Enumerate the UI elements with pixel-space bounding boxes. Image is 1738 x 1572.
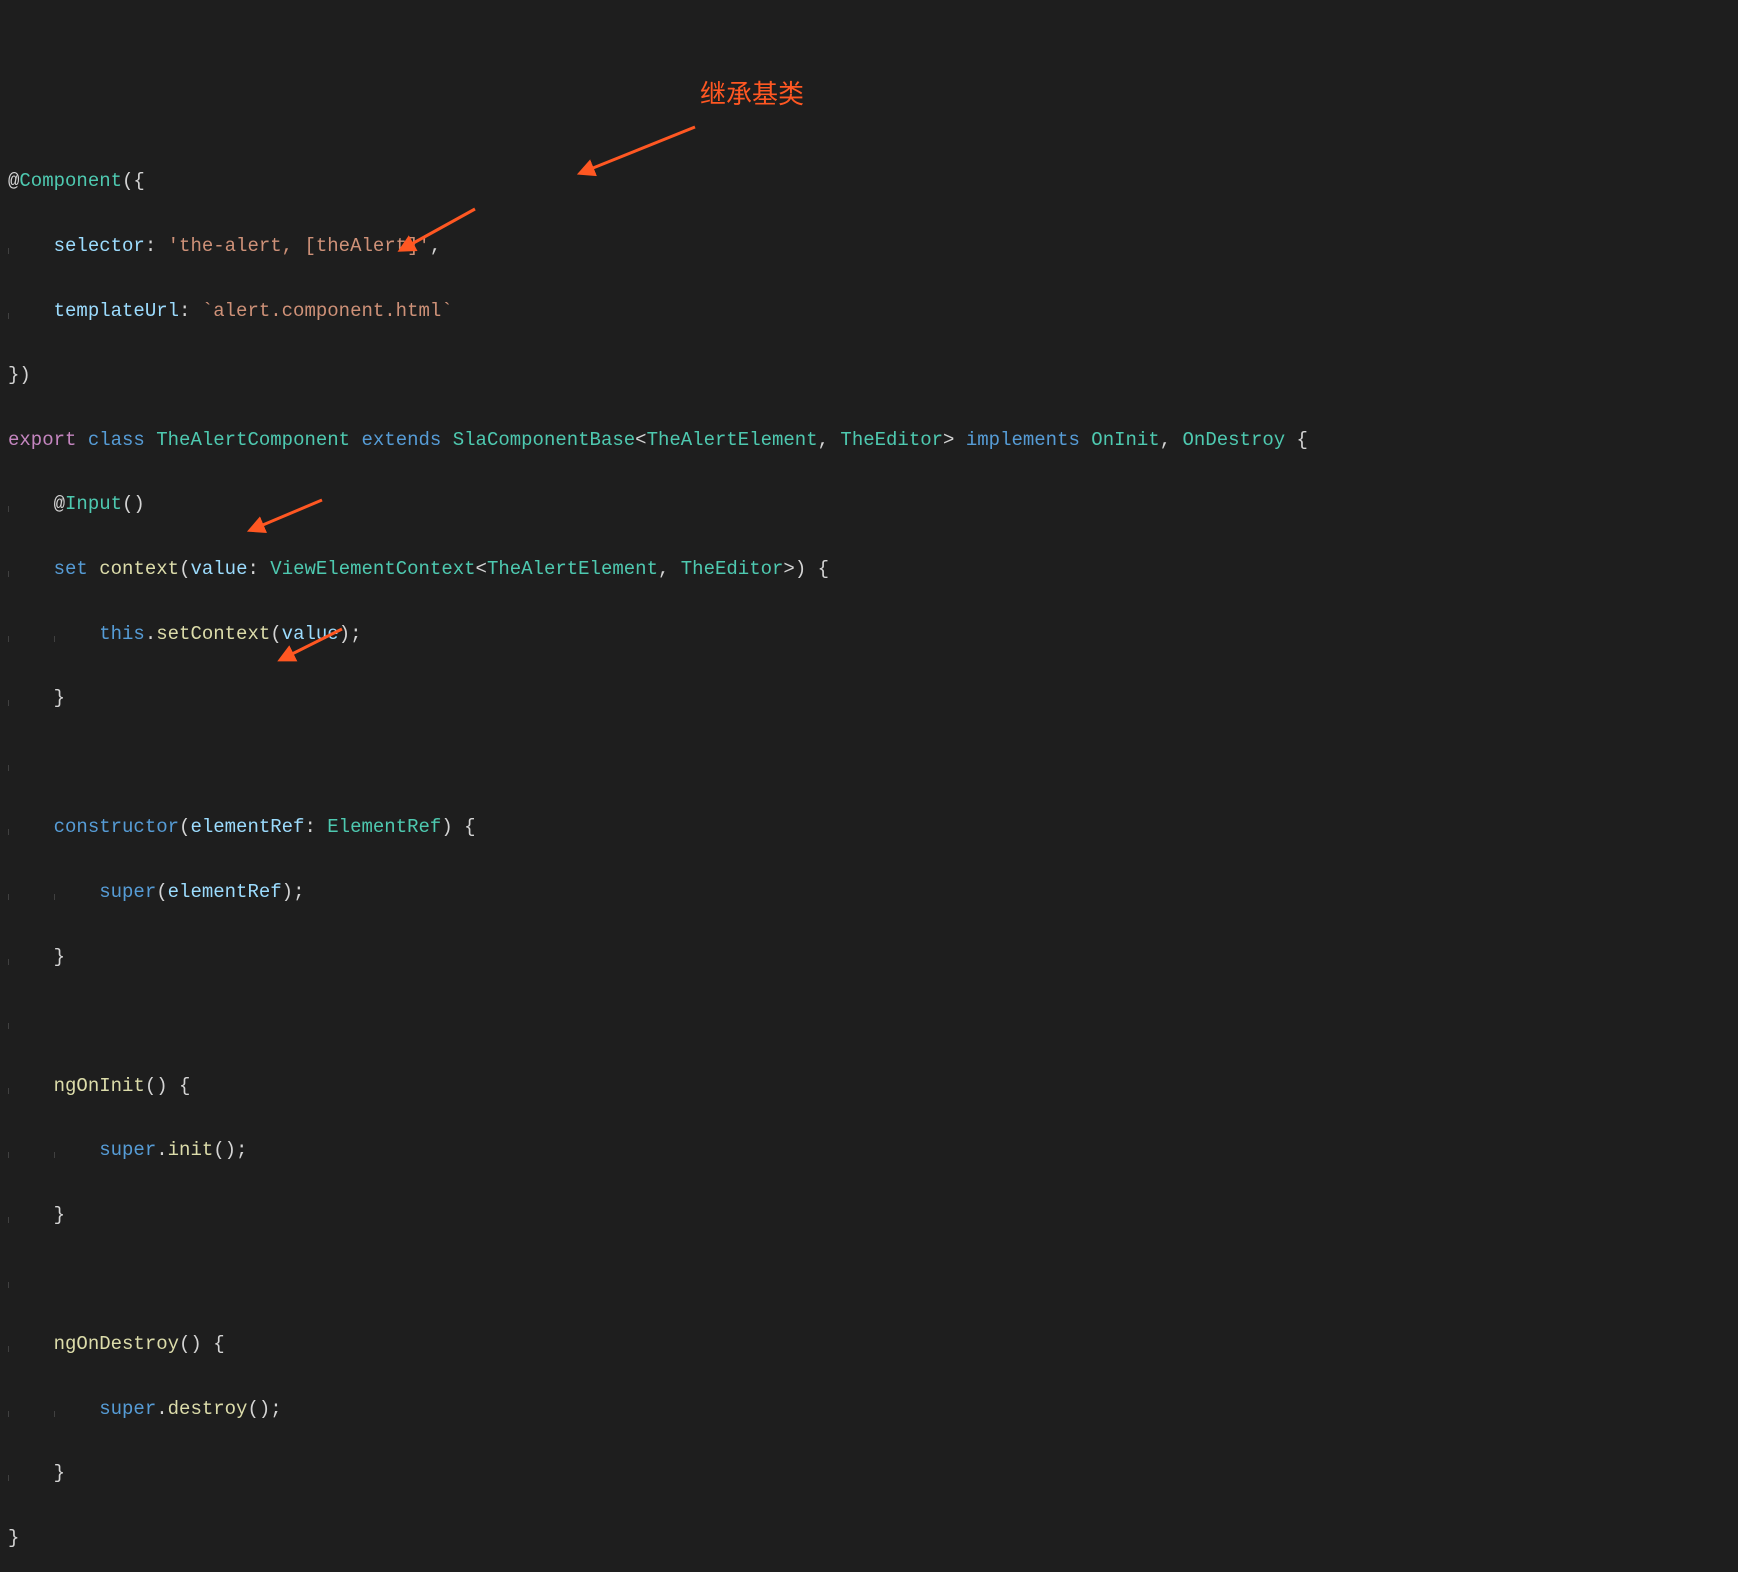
generic-type: TheAlertElement xyxy=(647,429,818,451)
keyword-super: super xyxy=(99,1139,156,1161)
code-line[interactable] xyxy=(8,747,1730,779)
method-name: ngOnInit xyxy=(54,1075,145,1097)
object-key: selector xyxy=(54,235,145,257)
decorator-name: Component xyxy=(19,170,122,192)
setter-name: context xyxy=(99,558,179,580)
annotation-text: 继承基类 xyxy=(700,72,804,116)
code-line[interactable]: ngOnInit() { xyxy=(8,1070,1730,1102)
code-line[interactable]: templateUrl: `alert.component.html` xyxy=(8,295,1730,327)
code-line[interactable]: } xyxy=(8,1199,1730,1231)
string-literal: `alert.component.html` xyxy=(202,300,453,322)
interface-name: OnInit xyxy=(1091,429,1159,451)
parameter: value xyxy=(190,558,247,580)
code-line[interactable]: selector: 'the-alert, [theAlert]', xyxy=(8,230,1730,262)
decorator-at: @ xyxy=(8,170,19,192)
decorator-name: Input xyxy=(65,493,122,515)
code-line[interactable]: super.init(); xyxy=(8,1134,1730,1166)
base-class-name: SlaComponentBase xyxy=(453,429,635,451)
code-line[interactable]: } xyxy=(8,682,1730,714)
code-line[interactable]: }) xyxy=(8,359,1730,391)
method-name: init xyxy=(168,1139,214,1161)
class-name: TheAlertComponent xyxy=(156,429,350,451)
code-line[interactable]: @Component({ xyxy=(8,165,1730,197)
code-line[interactable]: @Input() xyxy=(8,488,1730,520)
keyword-export: export xyxy=(8,429,76,451)
keyword-class: class xyxy=(88,429,145,451)
code-line[interactable]: this.setContext(value); xyxy=(8,618,1730,650)
code-line[interactable]: } xyxy=(8,1522,1730,1554)
code-line[interactable]: set context(value: ViewElementContext<Th… xyxy=(8,553,1730,585)
method-name: ngOnDestroy xyxy=(54,1333,179,1355)
keyword-super: super xyxy=(99,1398,156,1420)
code-editor[interactable]: @Component({ selector: 'the-alert, [theA… xyxy=(8,133,1730,1572)
keyword-super: super xyxy=(99,881,156,903)
variable: value xyxy=(282,623,339,645)
keyword-set: set xyxy=(54,558,88,580)
code-line[interactable] xyxy=(8,1264,1730,1296)
method-name: setContext xyxy=(156,623,270,645)
type-name: ElementRef xyxy=(327,816,441,838)
method-name: destroy xyxy=(168,1398,248,1420)
string-literal: 'the-alert, [theAlert]' xyxy=(168,235,430,257)
code-line[interactable] xyxy=(8,1005,1730,1037)
generic-type: TheEditor xyxy=(840,429,943,451)
code-line[interactable]: } xyxy=(8,1457,1730,1489)
generic-type: TheAlertElement xyxy=(487,558,658,580)
interface-name: OnDestroy xyxy=(1183,429,1286,451)
generic-type: TheEditor xyxy=(681,558,784,580)
keyword-constructor: constructor xyxy=(54,816,179,838)
decorator-at: @ xyxy=(54,493,65,515)
code-line[interactable]: } xyxy=(8,941,1730,973)
keyword-extends: extends xyxy=(362,429,442,451)
variable: elementRef xyxy=(168,881,282,903)
code-line[interactable]: export class TheAlertComponent extends S… xyxy=(8,424,1730,456)
type-name: ViewElementContext xyxy=(270,558,475,580)
code-line[interactable]: super(elementRef); xyxy=(8,876,1730,908)
keyword-this: this xyxy=(99,623,145,645)
code-line[interactable]: ngOnDestroy() { xyxy=(8,1328,1730,1360)
parameter: elementRef xyxy=(190,816,304,838)
keyword-implements: implements xyxy=(966,429,1080,451)
code-line[interactable]: constructor(elementRef: ElementRef) { xyxy=(8,811,1730,843)
object-key: templateUrl xyxy=(54,300,179,322)
code-line[interactable]: super.destroy(); xyxy=(8,1393,1730,1425)
